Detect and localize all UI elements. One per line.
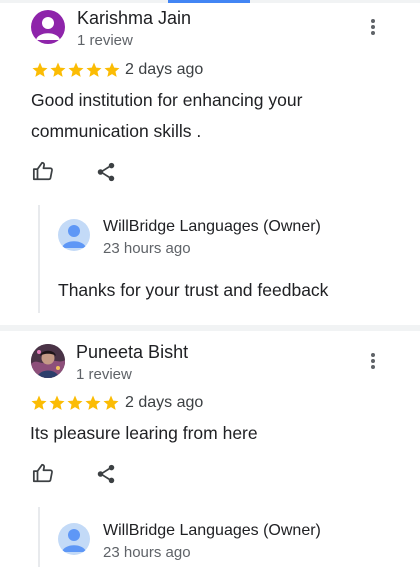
review-text: Good institution for enhancing your comm…: [31, 90, 303, 141]
reviewer-review-count: 1 review: [77, 32, 133, 49]
star-icon: [31, 395, 47, 410]
owner-reply-time: 23 hours ago: [103, 240, 191, 257]
star-icon: [103, 395, 119, 410]
person-icon: [62, 529, 86, 552]
star-icon: [67, 395, 83, 410]
star-icon: [32, 62, 48, 77]
owner-reply-text: Thanks for your trust and feedback: [58, 280, 329, 300]
star-rating: [31, 61, 121, 79]
owner-reply-name: WillBridge Languages (Owner): [103, 522, 321, 539]
star-icon: [49, 395, 65, 410]
thumbs-up-icon[interactable]: [32, 462, 54, 484]
owner-reply-time: 23 hours ago: [103, 544, 191, 561]
reviewer-name[interactable]: Puneeta Bisht: [76, 342, 188, 363]
share-icon[interactable]: [95, 463, 117, 485]
more-vert-icon[interactable]: [365, 17, 381, 39]
owner-reply-indent-bar: [38, 205, 40, 313]
star-rating: [30, 394, 120, 412]
avatar[interactable]: [31, 344, 65, 378]
star-icon: [50, 62, 66, 77]
reviewer-review-count: 1 review: [76, 366, 132, 383]
star-icon: [85, 395, 101, 410]
person-icon: [62, 225, 86, 248]
person-icon: [36, 17, 60, 40]
reviewer-name[interactable]: Karishma Jain: [77, 8, 191, 29]
star-icon: [68, 62, 84, 77]
review-date: 2 days ago: [125, 61, 204, 78]
review-date: 2 days ago: [125, 394, 204, 411]
share-icon[interactable]: [95, 161, 117, 183]
person-photo-icon: [31, 344, 65, 378]
more-vert-icon[interactable]: [365, 351, 381, 373]
avatar[interactable]: [31, 10, 65, 44]
thumbs-up-icon[interactable]: [32, 160, 54, 182]
star-icon: [86, 62, 102, 77]
star-icon: [104, 62, 120, 77]
review-card: Karishma Jain 1 review 2 days ago Good i…: [0, 0, 420, 325]
owner-reply-indent-bar: [38, 507, 40, 567]
owner-reply-name: WillBridge Languages (Owner): [103, 218, 321, 235]
review-text: Its pleasure learing from here: [30, 423, 258, 443]
owner-avatar[interactable]: [58, 523, 90, 555]
owner-avatar[interactable]: [58, 219, 90, 251]
review-card: Puneeta Bisht 1 review 2 days ago Its pl…: [0, 331, 420, 567]
